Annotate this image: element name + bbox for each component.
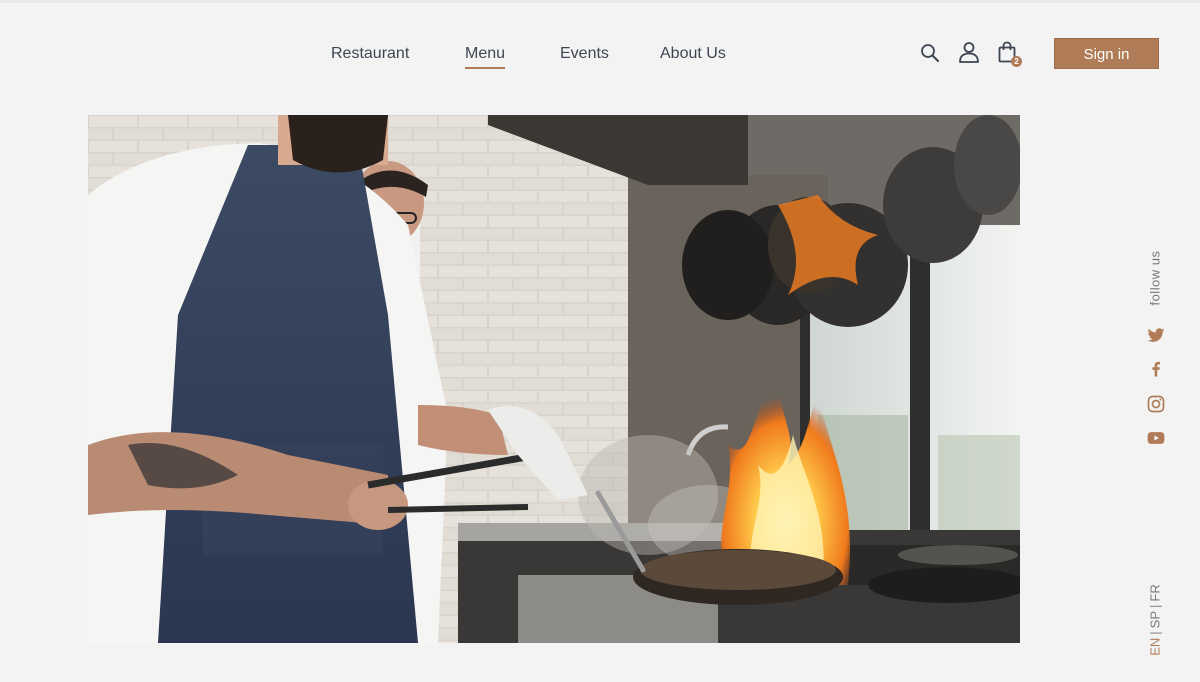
cart-count-badge: 2 bbox=[1011, 56, 1022, 67]
hero-photo bbox=[88, 115, 1020, 643]
nav-item-events[interactable]: Events bbox=[560, 43, 609, 65]
nav-item-menu[interactable]: Menu bbox=[465, 43, 506, 69]
sign-in-button[interactable]: Sign in bbox=[1054, 38, 1159, 69]
lang-separator: | bbox=[1147, 604, 1163, 608]
nav-item-restaurant[interactable]: Restaurant bbox=[331, 43, 409, 65]
language-switcher: EN | SP | FR bbox=[1146, 580, 1164, 660]
follow-us-label: follow us bbox=[1147, 250, 1163, 306]
search-icon[interactable] bbox=[920, 43, 940, 63]
shopping-bag-icon[interactable]: 2 bbox=[998, 41, 1022, 67]
lang-en[interactable]: EN bbox=[1148, 638, 1163, 656]
top-border bbox=[0, 0, 1200, 3]
lang-separator: | bbox=[1147, 631, 1163, 635]
lang-sp[interactable]: SP bbox=[1148, 611, 1163, 628]
user-icon[interactable] bbox=[958, 41, 980, 63]
hero-image bbox=[88, 115, 1020, 643]
lang-fr[interactable]: FR bbox=[1148, 584, 1163, 601]
page: Restaurant Menu Events About Us 2 Sign i… bbox=[0, 0, 1200, 682]
facebook-icon[interactable] bbox=[1146, 359, 1166, 379]
twitter-icon[interactable] bbox=[1146, 325, 1166, 345]
nav-item-about-us[interactable]: About Us bbox=[660, 43, 726, 65]
youtube-icon[interactable] bbox=[1146, 428, 1166, 448]
instagram-icon[interactable] bbox=[1146, 394, 1166, 414]
